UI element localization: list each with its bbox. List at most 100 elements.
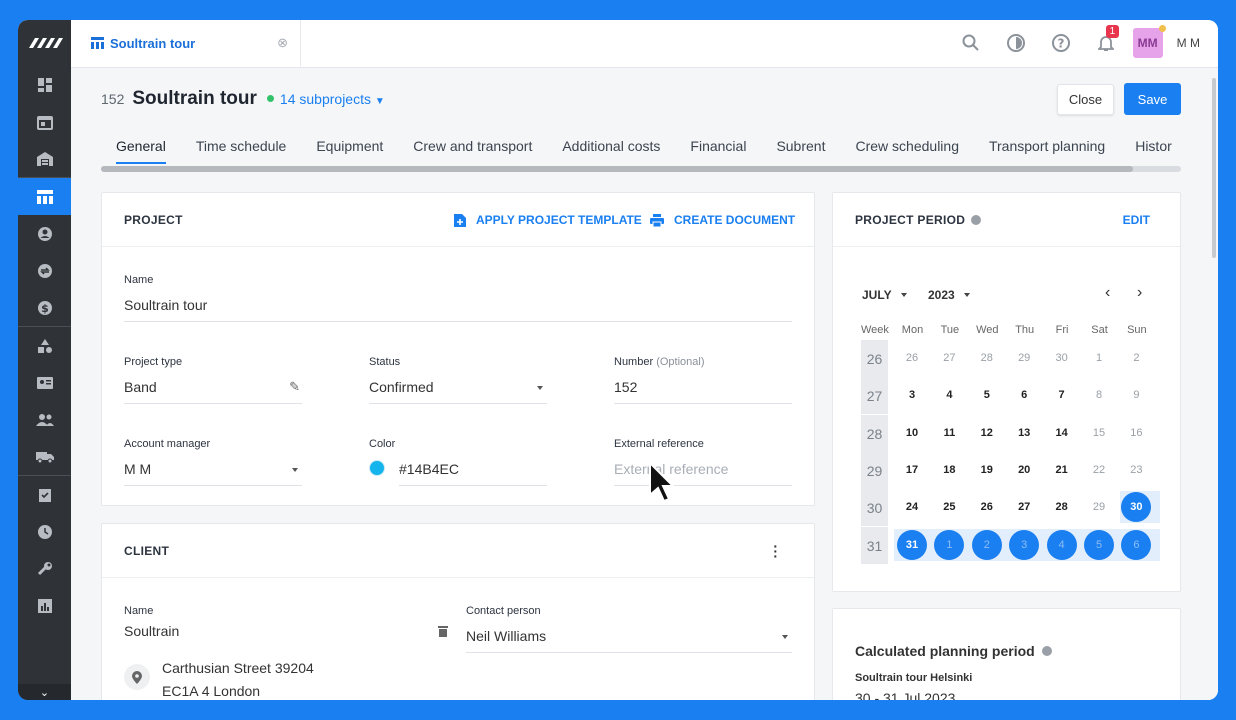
calendar-day[interactable]: 20 [1009, 455, 1039, 485]
subprojects-dropdown[interactable]: 14 subprojects ▼ [280, 91, 385, 107]
calendar-day[interactable]: 3 [1009, 530, 1040, 560]
calendar-day[interactable]: 5 [972, 380, 1002, 410]
client-name-value[interactable]: Soultrain [124, 623, 179, 639]
notifications-icon[interactable]: 1 [1084, 25, 1129, 52]
next-month-icon[interactable]: › [1137, 284, 1142, 302]
calendar-day[interactable]: 18 [934, 455, 964, 485]
tab-additional-costs[interactable]: Additional costs [562, 138, 660, 164]
clock-icon[interactable] [18, 513, 71, 550]
number-field[interactable]: 152 [614, 379, 792, 404]
calendar-day[interactable]: 26 [972, 492, 1002, 522]
pencil-icon[interactable]: ✎ [289, 379, 300, 395]
month-select[interactable]: JULY [862, 288, 907, 302]
warehouse-icon[interactable] [18, 140, 71, 177]
calendar-day[interactable]: 17 [897, 455, 927, 485]
tab-scrollbar-thumb[interactable] [101, 166, 1133, 172]
calendar-day[interactable]: 29 [1009, 343, 1039, 373]
tab-transport-planning[interactable]: Transport planning [989, 138, 1105, 164]
calendar-day[interactable]: 7 [1047, 380, 1077, 410]
calendar-day[interactable]: 10 [897, 418, 927, 448]
tab-crew-scheduling[interactable]: Crew scheduling [855, 138, 959, 164]
calendar-day[interactable]: 21 [1047, 455, 1077, 485]
dashboard-icon[interactable] [18, 66, 71, 103]
project-type-field[interactable]: Band ✎ [124, 379, 302, 404]
calendar-day[interactable]: 16 [1121, 418, 1151, 448]
calendar-day[interactable]: 2 [971, 530, 1002, 560]
calendar-day[interactable]: 13 [1009, 418, 1039, 448]
tab-history[interactable]: Histor [1135, 138, 1172, 164]
calendar-day[interactable]: 4 [934, 380, 964, 410]
calendar-day[interactable]: 31 [897, 530, 927, 560]
calendar-day[interactable]: 30 [1047, 343, 1077, 373]
exchange-icon[interactable] [18, 252, 71, 289]
contact-person-select[interactable]: Neil Williams [466, 628, 792, 653]
create-document-button[interactable]: CREATE DOCUMENT [650, 213, 795, 227]
calendar-day[interactable]: 2 [1121, 343, 1151, 373]
project-name-field[interactable]: Soultrain tour [124, 297, 792, 322]
reports-icon[interactable] [18, 587, 71, 624]
external-reference-input[interactable]: External reference [614, 461, 792, 486]
info-icon[interactable] [971, 214, 982, 225]
users-icon[interactable] [18, 401, 71, 438]
projects-icon[interactable] [18, 178, 71, 215]
theme-icon[interactable] [994, 33, 1039, 53]
calendar-day[interactable]: 11 [934, 418, 964, 448]
tab-subrent[interactable]: Subrent [776, 138, 825, 164]
apply-template-button[interactable]: APPLY PROJECT TEMPLATE [454, 213, 642, 227]
calendar-day[interactable]: 29 [1084, 492, 1114, 522]
wrench-icon[interactable] [18, 550, 71, 587]
help-icon[interactable]: ? [1039, 33, 1084, 53]
more-options-icon[interactable]: · · · [773, 539, 778, 563]
tab-financial[interactable]: Financial [690, 138, 746, 164]
calendar-day[interactable]: 26 [897, 343, 927, 373]
calendar-day[interactable]: 24 [897, 492, 927, 522]
close-tab-icon[interactable]: ⊗ [277, 35, 288, 51]
prev-month-icon[interactable]: ‹ [1105, 284, 1110, 302]
crew-card-icon[interactable] [18, 364, 71, 401]
tab-equipment[interactable]: Equipment [316, 138, 383, 164]
search-icon[interactable] [949, 34, 994, 52]
edit-period-button[interactable]: EDIT [1123, 213, 1150, 227]
calendar-day[interactable]: 4 [1046, 530, 1077, 560]
calendar-day[interactable]: 1 [1084, 343, 1114, 373]
calendar-day[interactable]: 6 [1009, 380, 1039, 410]
app-logo[interactable] [18, 20, 71, 66]
trash-icon[interactable] [438, 624, 448, 642]
open-tab-project[interactable]: Soultrain tour ⊗ [71, 20, 301, 66]
calendar-day[interactable]: 28 [972, 343, 1002, 373]
calendar-day[interactable]: 27 [934, 343, 964, 373]
vertical-scrollbar[interactable] [1212, 78, 1216, 258]
year-select[interactable]: 2023 [928, 288, 970, 302]
calendar-day[interactable]: 23 [1121, 455, 1151, 485]
calendar-day[interactable]: 27 [1009, 492, 1039, 522]
tab-crew-and-transport[interactable]: Crew and transport [413, 138, 532, 164]
calendar-day[interactable]: 9 [1121, 380, 1151, 410]
finance-icon[interactable]: $ [18, 289, 71, 326]
close-button[interactable]: Close [1057, 84, 1114, 115]
save-button[interactable]: Save [1124, 83, 1181, 115]
calendar-day[interactable]: 5 [1084, 530, 1114, 560]
contacts-icon[interactable] [18, 215, 71, 252]
calendar-day[interactable]: 15 [1084, 418, 1114, 448]
calendar-icon[interactable] [18, 103, 71, 140]
calendar-day[interactable]: 25 [934, 492, 964, 522]
tab-scrollbar[interactable] [101, 166, 1181, 172]
color-swatch[interactable] [369, 460, 385, 476]
calendar-day[interactable]: 28 [1047, 492, 1077, 522]
truck-icon[interactable] [18, 438, 71, 475]
calendar-day[interactable]: 8 [1084, 380, 1114, 410]
tasks-icon[interactable] [18, 476, 71, 513]
chevron-down-icon[interactable]: ⌄ [18, 684, 71, 700]
avatar[interactable]: MM [1132, 25, 1166, 58]
calendar-day[interactable]: 14 [1047, 418, 1077, 448]
info-icon[interactable] [1041, 646, 1052, 656]
shapes-icon[interactable] [18, 327, 71, 364]
calendar-day[interactable]: 3 [897, 380, 927, 410]
color-field[interactable]: #14B4EC [399, 461, 547, 486]
calendar-day[interactable]: 19 [972, 455, 1002, 485]
calendar-day[interactable]: 22 [1084, 455, 1114, 485]
user-name[interactable]: M M [1177, 36, 1200, 50]
account-manager-select[interactable]: M M [124, 461, 302, 486]
calendar-day[interactable]: 12 [972, 418, 1002, 448]
status-select[interactable]: Confirmed [369, 379, 547, 404]
